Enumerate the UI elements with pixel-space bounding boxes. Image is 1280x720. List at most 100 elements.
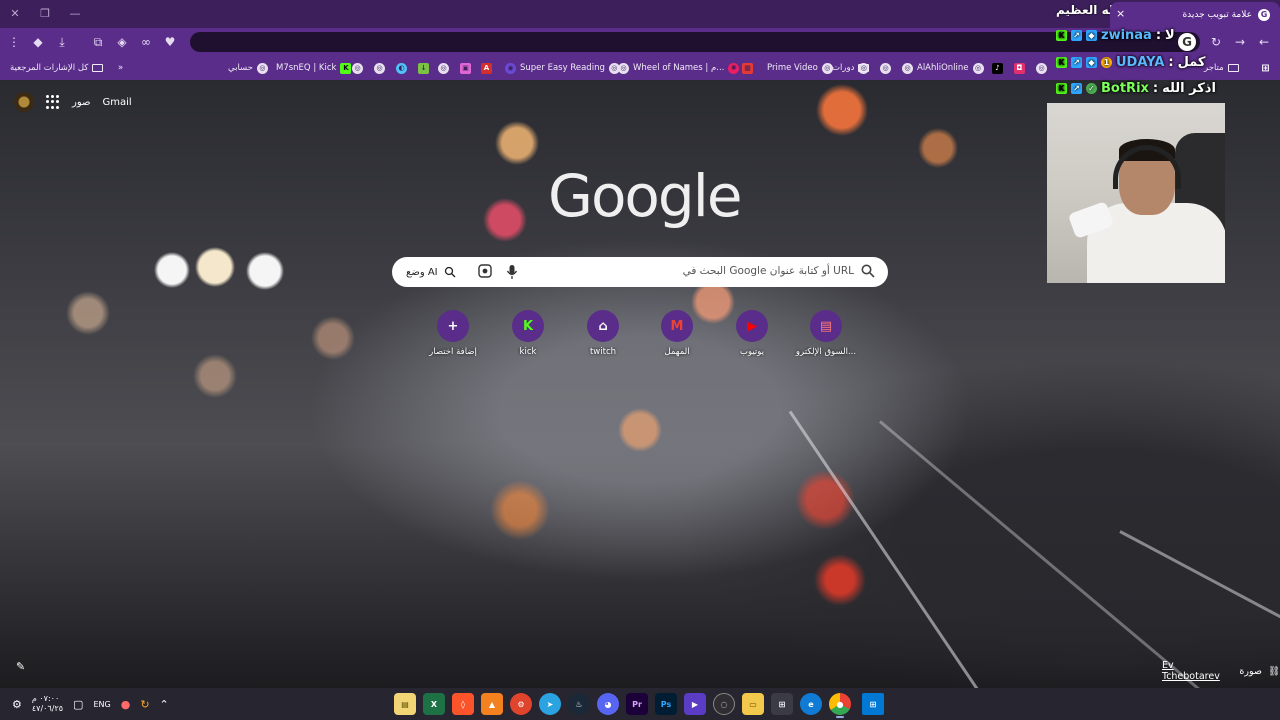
photo-credit-label: صورة bbox=[1239, 665, 1262, 677]
microphone-icon[interactable] bbox=[506, 264, 518, 280]
shortcut-label: المهمل bbox=[664, 347, 690, 357]
network-settings-icon[interactable]: ⚙ bbox=[12, 698, 22, 711]
bookmark-icon-only[interactable]: ▣ bbox=[460, 60, 471, 76]
bookmark-alahlionline[interactable]: ◎ AlAhliOnline ◎ bbox=[902, 60, 984, 76]
avatar[interactable] bbox=[14, 92, 34, 112]
wheel-icon: ✺ bbox=[728, 62, 740, 74]
folder-icon[interactable]: ▭ bbox=[742, 693, 764, 715]
chat-username: zwinaa bbox=[1101, 28, 1152, 43]
bookmark-folder[interactable] bbox=[858, 60, 869, 76]
excel-icon[interactable]: X bbox=[423, 693, 445, 715]
microsoft-store-icon[interactable]: ⊞ bbox=[771, 693, 793, 715]
shortcut-gmail[interactable]: M المهمل bbox=[645, 310, 709, 357]
bookmark-icon-only[interactable]: ◎ bbox=[374, 60, 385, 76]
obs-icon[interactable]: ◌ bbox=[713, 693, 735, 715]
bookmark-label: دورات bbox=[832, 63, 855, 73]
search-box[interactable]: وضع AI البحث في Google أو كتابة عنوان UR… bbox=[392, 257, 888, 287]
app-red-icon[interactable]: ⚙ bbox=[510, 693, 532, 715]
file-explorer-icon[interactable]: ▤ bbox=[394, 693, 416, 715]
all-bookmarks-label: كل الإشارات المرجعية bbox=[10, 63, 89, 73]
shortcut-add[interactable]: + إضافة اختصار bbox=[421, 310, 485, 357]
search-placeholder: البحث في Google أو كتابة عنوان URL bbox=[682, 265, 854, 277]
photo-credit[interactable]: Ev Tchebotarev صورة ⛓ bbox=[1162, 660, 1280, 682]
link-icon: ⛓ bbox=[1267, 665, 1280, 677]
ai-mode-button[interactable]: وضع AI bbox=[398, 261, 464, 283]
edge-icon[interactable]: e bbox=[800, 693, 822, 715]
shortcut-marketplace[interactable]: ▤ السوق الإلكترو... bbox=[794, 310, 858, 357]
reload-icon[interactable]: ↻ bbox=[1206, 32, 1226, 52]
shortcut-youtube[interactable]: ▶ يوتيوب bbox=[720, 310, 784, 357]
sync-icon[interactable]: ↻ bbox=[140, 698, 149, 711]
vlc-icon[interactable]: ▲ bbox=[481, 693, 503, 715]
bookmark-my-account[interactable]: حسابي ◎ bbox=[228, 60, 268, 76]
bookmark-icon-only[interactable]: ◎ bbox=[438, 60, 449, 76]
photoshop-icon[interactable]: Ps bbox=[655, 693, 677, 715]
bookmark-icon-only[interactable]: ◎ bbox=[1036, 60, 1047, 76]
download-icon[interactable]: ⤓ bbox=[52, 32, 72, 52]
bookmark-icon-only[interactable]: A bbox=[481, 60, 492, 76]
bookmark-icon-only[interactable]: ◎ bbox=[880, 60, 891, 76]
microphone-tray-icon[interactable]: ● bbox=[121, 698, 131, 711]
back-icon[interactable]: ← bbox=[1254, 32, 1274, 52]
globe-icon: ◎ bbox=[880, 62, 891, 74]
tab-new-tab[interactable]: × علامة تبويب جديدة G bbox=[1110, 2, 1280, 28]
show-hidden-icons-icon[interactable]: ⌃ bbox=[160, 698, 169, 711]
bookmark-icon-only[interactable]: ↓ bbox=[418, 60, 429, 76]
minimize-window-button[interactable]: — bbox=[64, 4, 86, 24]
restore-window-button[interactable]: ❐ bbox=[34, 4, 56, 24]
apps-shortcut[interactable]: ⊞ bbox=[1260, 60, 1271, 76]
bookmark-stores[interactable]: متاجر bbox=[1204, 60, 1239, 76]
language-indicator[interactable]: ENG bbox=[93, 700, 110, 709]
all-bookmarks-button[interactable]: كل الإشارات المرجعية bbox=[10, 60, 104, 76]
photo-author-link[interactable]: Ev Tchebotarev bbox=[1162, 660, 1233, 682]
google-lens-icon[interactable] bbox=[478, 264, 492, 278]
bookmark-icon-only[interactable]: ◐ bbox=[396, 60, 407, 76]
shortcut-kick[interactable]: K kick bbox=[496, 310, 560, 357]
bookmark-super-easy-reading[interactable]: ◉ Super Easy Reading ◎ bbox=[505, 60, 620, 76]
forward-icon[interactable]: → bbox=[1230, 32, 1250, 52]
account-icon[interactable]: G bbox=[1178, 33, 1196, 51]
profile-icon[interactable]: ◆ bbox=[28, 32, 48, 52]
shortcut-label: twitch bbox=[589, 347, 617, 357]
address-bar[interactable] bbox=[190, 32, 1200, 52]
premiere-icon[interactable]: Pr bbox=[626, 693, 648, 715]
chat-text: كمل bbox=[1177, 55, 1206, 70]
bookmark-icon-only[interactable]: ◎ bbox=[352, 60, 363, 76]
windows-start-icon[interactable]: ⊞ bbox=[862, 693, 884, 715]
bookmark-label: متاجر bbox=[1204, 63, 1224, 73]
images-link[interactable]: صور bbox=[72, 97, 91, 108]
chrome-icon[interactable]: ● bbox=[829, 693, 851, 718]
discord-icon[interactable]: ◕ bbox=[597, 693, 619, 715]
globe-icon: ◎ bbox=[438, 62, 449, 74]
bookmark-icon-only[interactable]: ◘ bbox=[1014, 60, 1025, 76]
telegram-icon[interactable]: ➤ bbox=[539, 693, 561, 715]
bookmarks-overflow-button[interactable]: » bbox=[118, 60, 123, 76]
bookmark-prime-video[interactable]: ▦ Prime Video ◎ bbox=[742, 60, 833, 76]
app-purple-icon[interactable]: ▶ bbox=[684, 693, 706, 715]
google-apps-icon[interactable] bbox=[46, 95, 60, 109]
extension-icon[interactable]: ◈ bbox=[112, 32, 132, 52]
tab-close-icon[interactable]: × bbox=[1116, 7, 1125, 20]
gmail-link[interactable]: Gmail bbox=[103, 97, 132, 108]
bookmark-kick[interactable]: M7snEQ | Kick K bbox=[276, 60, 352, 76]
background-rail bbox=[1119, 530, 1280, 623]
verified-badge-icon: ↗ bbox=[1071, 57, 1082, 68]
menu-icon[interactable]: ⋮ bbox=[4, 32, 24, 52]
bookmark-wheel-of-names[interactable]: ◎ Wheel of Names | م... ✺ bbox=[618, 60, 740, 76]
bookmark-icon-only[interactable]: ♪ bbox=[992, 60, 1003, 76]
shortcut-twitch[interactable]: ⌂ twitch bbox=[571, 310, 635, 357]
extensions-icon[interactable]: ⧉ bbox=[88, 32, 108, 52]
clock[interactable]: ٠٧:٠٠ م ٤٧/٠٦/٢٥ bbox=[32, 694, 63, 714]
notification-icon[interactable]: ▢ bbox=[73, 698, 83, 711]
customize-pencil-icon[interactable]: ✎ bbox=[16, 660, 25, 673]
chat-message: K ↗ ◆ zwinaa : لا bbox=[1056, 28, 1175, 43]
steam-icon[interactable]: ♨ bbox=[568, 693, 590, 715]
brave-icon[interactable]: ◊ bbox=[452, 693, 474, 715]
tiktok-icon: ♪ bbox=[992, 62, 1003, 74]
extension-icon[interactable]: ∞ bbox=[136, 32, 156, 52]
title-bar: ✕ ❐ — الله العظيم × علامة تبويب جديدة G bbox=[0, 0, 1280, 28]
close-window-button[interactable]: ✕ bbox=[4, 4, 26, 24]
extension-icon[interactable]: ♥ bbox=[160, 32, 180, 52]
globe-icon: ◎ bbox=[352, 62, 363, 74]
sparkle-search-icon bbox=[444, 266, 456, 278]
